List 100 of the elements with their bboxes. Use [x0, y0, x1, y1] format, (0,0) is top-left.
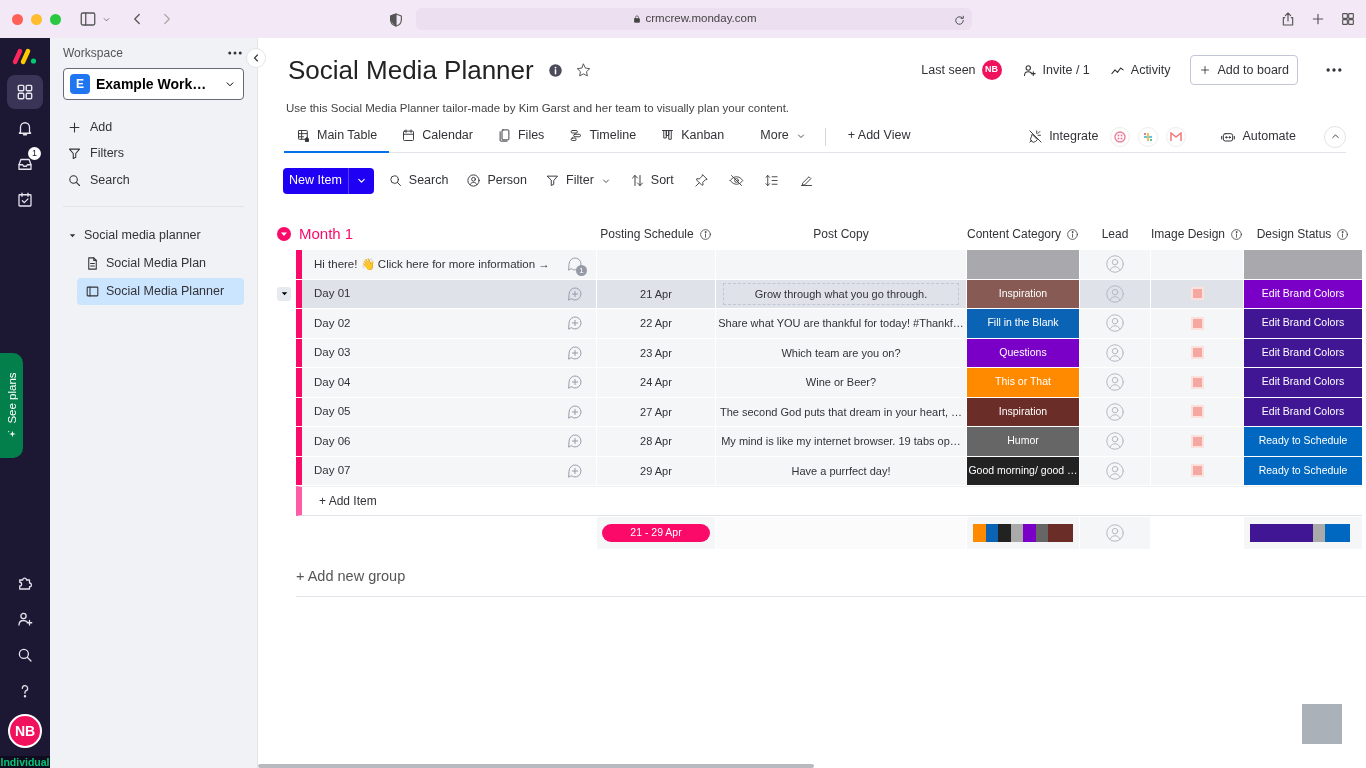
row-height-icon[interactable] [763, 173, 779, 189]
person-button[interactable]: Person [462, 167, 531, 194]
see-plans-button[interactable]: See plans [0, 353, 23, 458]
lead-cell[interactable] [1080, 338, 1150, 367]
lead-cell[interactable] [1080, 427, 1150, 456]
category-cell[interactable]: Questions [967, 338, 1079, 367]
chat-plus-icon[interactable] [566, 373, 584, 392]
post-copy-cell[interactable]: Which team are you on? [716, 338, 966, 367]
invite-button[interactable]: Invite / 1 [1021, 60, 1090, 80]
collapse-header-button[interactable] [1324, 125, 1346, 148]
thumbnail-image[interactable] [1190, 375, 1204, 389]
logo-icon[interactable] [12, 47, 38, 65]
address-bar[interactable]: crmcrew.monday.com [416, 8, 972, 30]
item-row[interactable]: Day 05 [296, 397, 596, 426]
date-cell[interactable]: 29 Apr [597, 456, 715, 485]
collapse-panel-button[interactable] [246, 48, 266, 68]
automate-button[interactable]: Automate [1216, 123, 1300, 151]
post-copy-cell[interactable] [716, 250, 966, 279]
activity-button[interactable]: Activity [1109, 60, 1171, 80]
lead-cell[interactable] [1080, 309, 1150, 338]
integration-app-icon[interactable] [1110, 126, 1131, 147]
column-header[interactable]: Design Status [1256, 225, 1332, 243]
date-cell[interactable]: 21 Apr [597, 279, 715, 308]
status-cell[interactable]: Edit Brand Colors [1244, 368, 1362, 397]
view-tab[interactable]: Main Table [284, 120, 390, 153]
category-cell[interactable]: Good morning/ good … [967, 456, 1079, 485]
add-view-button[interactable]: + Add View [835, 120, 923, 153]
sort-button[interactable]: Sort [625, 167, 678, 194]
chat-plus-icon[interactable] [566, 314, 584, 333]
lead-cell[interactable] [1080, 397, 1150, 426]
image-cell[interactable] [1151, 250, 1243, 279]
item-row[interactable]: Day 02 [296, 309, 596, 338]
filter-button[interactable]: Filter [541, 167, 616, 194]
post-copy-cell[interactable]: Wine or Beer? [716, 368, 966, 397]
view-tab[interactable]: More [748, 120, 819, 153]
column-header[interactable]: Image Design [1151, 225, 1226, 243]
workspace-dropdown[interactable]: E Example Work… [63, 68, 244, 100]
share-icon[interactable] [1280, 11, 1296, 27]
workspace-action[interactable]: Search [63, 167, 244, 194]
new-tab-icon[interactable] [1310, 11, 1326, 27]
tab-overview-icon[interactable] [1340, 11, 1356, 27]
post-copy-cell[interactable]: My mind is like my internet browser. 19 tabs op… [716, 427, 966, 456]
category-cell[interactable] [967, 250, 1079, 279]
thumbnail-image[interactable] [1190, 464, 1204, 478]
integration-app-icon[interactable] [1166, 126, 1187, 147]
chat-plus-icon[interactable] [566, 284, 584, 303]
view-tab[interactable]: Timeline [556, 120, 649, 153]
post-copy-input[interactable]: Grow through what you go through. [723, 282, 959, 305]
item-row[interactable]: Hi there! 👋 Click here for more information → 1 [296, 250, 596, 279]
status-cell[interactable]: Ready to Schedule [1244, 456, 1362, 485]
lead-cell[interactable] [1080, 368, 1150, 397]
date-cell[interactable]: 22 Apr [597, 309, 715, 338]
workspace-action[interactable]: Add [63, 114, 244, 141]
lead-cell[interactable] [1080, 456, 1150, 485]
chat-plus-icon[interactable] [566, 432, 584, 451]
item-row[interactable]: Day 01 [296, 279, 596, 308]
category-cell[interactable]: Fill in the Blank [967, 309, 1079, 338]
reload-icon[interactable] [953, 14, 966, 28]
status-cell[interactable]: Edit Brand Colors [1244, 279, 1362, 308]
date-cell[interactable]: 27 Apr [597, 397, 715, 426]
window-zoom-button[interactable] [50, 13, 61, 25]
thumbnail-image[interactable] [1190, 405, 1204, 419]
lead-cell[interactable] [1080, 250, 1150, 279]
date-cell[interactable]: 24 Apr [597, 368, 715, 397]
pin-icon[interactable] [693, 173, 709, 189]
chat-plus-icon[interactable] [566, 343, 584, 362]
column-header[interactable]: Posting Schedule [600, 225, 694, 243]
row-menu-button[interactable] [277, 286, 291, 301]
inbox-button[interactable]: 1 [7, 147, 43, 181]
integration-app-icon[interactable] [1138, 126, 1159, 147]
star-icon[interactable] [574, 62, 592, 80]
shield-icon[interactable] [388, 11, 404, 28]
date-cell[interactable]: 23 Apr [597, 338, 715, 367]
view-tab[interactable]: Calendar [389, 120, 485, 153]
category-cell[interactable]: Humor [967, 427, 1079, 456]
item-row[interactable]: Day 06 [296, 427, 596, 456]
item-row[interactable]: Day 04 [296, 368, 596, 397]
sidebar-icon[interactable] [79, 10, 97, 28]
view-tab[interactable]: Kanban [648, 120, 737, 153]
window-close-button[interactable] [12, 13, 23, 25]
post-copy-cell[interactable]: The second God puts that dream in your heart, … [716, 397, 966, 426]
board-item[interactable]: Social Media Planner [77, 277, 244, 305]
thumbnail-image[interactable] [1190, 346, 1204, 360]
status-cell[interactable]: Edit Brand Colors [1244, 397, 1362, 426]
view-tab[interactable]: Files [484, 120, 557, 153]
status-cell[interactable]: Ready to Schedule [1244, 427, 1362, 456]
group-title[interactable]: Month 1 [299, 222, 354, 246]
home-button[interactable] [7, 75, 43, 109]
add-to-board-button[interactable]: Add to board [1190, 54, 1298, 86]
category-cell[interactable]: Inspiration [967, 397, 1079, 426]
add-item-row[interactable]: + Add Item [296, 486, 1362, 516]
collapse-group-icon[interactable] [277, 227, 291, 241]
eye-off-icon[interactable] [728, 173, 744, 189]
info-icon[interactable] [547, 63, 563, 79]
search-button[interactable]: Search [383, 167, 453, 194]
status-cell[interactable]: Edit Brand Colors [1244, 309, 1362, 338]
status-cell[interactable]: Edit Brand Colors [1244, 338, 1362, 367]
category-cell[interactable]: Inspiration [967, 279, 1079, 308]
chat-plus-icon[interactable] [566, 461, 584, 480]
user-avatar[interactable]: NB [8, 714, 42, 748]
